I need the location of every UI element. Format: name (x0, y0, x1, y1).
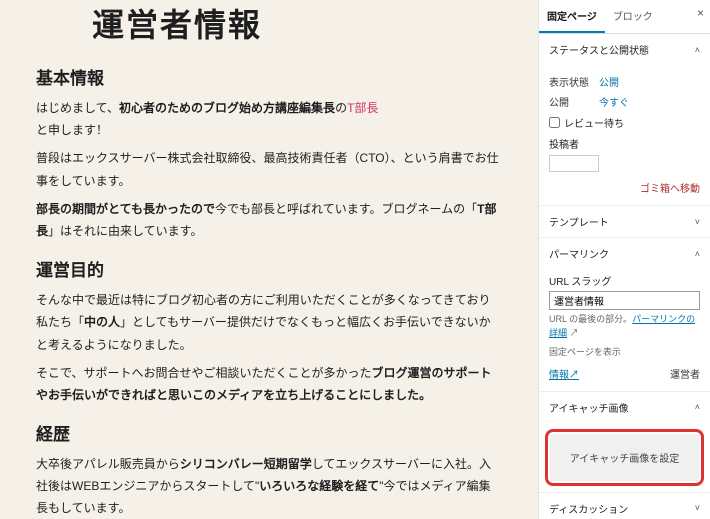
label-slug: URL スラッグ (549, 273, 700, 288)
panel-permalink: パーマリンク ˄ URL スラッグ URL の最後の部分。パーマリンクの詳細 ↗… (539, 238, 710, 392)
paragraph[interactable]: 部長の期間がとても長かったので今でも部長と呼ばれています。ブログネームの「T部長… (36, 198, 502, 242)
tab-block[interactable]: ブロック (605, 0, 661, 33)
panel-template-header[interactable]: テンプレート ˅ (539, 206, 710, 237)
panel-status: ステータスと公開状態 ˄ 表示状態公開 公開今すぐ レビュー待ち 投稿者 ゴミ箱… (539, 34, 710, 206)
heading-career[interactable]: 経歴 (36, 420, 502, 445)
external-icon: ↗ (567, 328, 579, 338)
panel-discussion: ディスカッション ˅ (539, 493, 710, 519)
chevron-up-icon: ˄ (695, 402, 700, 412)
author-select[interactable] (549, 155, 599, 172)
panel-discussion-header[interactable]: ディスカッション ˅ (539, 493, 710, 519)
value-visibility[interactable]: 公開 (599, 74, 619, 89)
trash-button[interactable]: ゴミ箱へ移動 (549, 180, 700, 195)
view-page-link[interactable]: 固定ページを表示 (549, 346, 700, 360)
panel-template: テンプレート ˅ (539, 206, 710, 238)
chevron-down-icon: ˅ (695, 503, 700, 513)
paragraph[interactable]: そんな中で最近は特にブログ初心者の方にご利用いただくことが多くなってきており私た… (36, 289, 502, 356)
paragraph[interactable]: そこで、サポートへお問合せやご相談いただくことが多かったブログ運営のサポートやお… (36, 362, 502, 406)
label-publish: 公開 (549, 94, 599, 109)
panel-featured: アイキャッチ画像 ˄ アイキャッチ画像を設定 (539, 392, 710, 493)
checkbox-review[interactable]: レビュー待ち (549, 115, 700, 130)
chevron-up-icon: ˄ (695, 249, 700, 259)
settings-sidebar: 固定ページ ブロック × ステータスと公開状態 ˄ 表示状態公開 公開今すぐ レ… (538, 0, 710, 519)
paragraph[interactable]: 普段はエックスサーバー株式会社取締役、最高技術責任者（CTO）、という肩書でお仕… (36, 147, 502, 191)
heading-basic[interactable]: 基本情報 (36, 64, 502, 89)
paragraph[interactable]: はじめまして、初心者のためのブログ始め方講座編集長のT部長と申します！ (36, 97, 502, 141)
editor-canvas[interactable]: 運営者情報 基本情報 はじめまして、初心者のためのブログ始め方講座編集長のT部長… (0, 0, 538, 519)
tab-page[interactable]: 固定ページ (539, 0, 605, 33)
chevron-up-icon: ˄ (695, 45, 700, 55)
tag-author: 運営者 (670, 366, 700, 381)
label-author: 投稿者 (549, 136, 700, 151)
slug-input[interactable] (549, 291, 700, 310)
link-tbucho[interactable]: T部長 (347, 101, 378, 115)
panel-permalink-header[interactable]: パーマリンク ˄ (539, 238, 710, 269)
heading-purpose[interactable]: 運営目的 (36, 256, 502, 281)
paragraph[interactable]: 大卒後アパレル販売員からシリコンバレー短期留学してエックスサーバーに入社。入社後… (36, 453, 502, 519)
panel-status-header[interactable]: ステータスと公開状態 ˄ (539, 34, 710, 65)
label-visibility: 表示状態 (549, 74, 599, 89)
featured-highlight: アイキャッチ画像を設定 (545, 429, 704, 486)
panel-featured-header[interactable]: アイキャッチ画像 ˄ (539, 392, 710, 423)
external-icon: ↗ (569, 370, 579, 381)
page-title[interactable]: 運営者情報 (92, 0, 502, 46)
set-featured-button[interactable]: アイキャッチ画像を設定 (550, 434, 699, 481)
close-icon[interactable]: × (697, 6, 704, 20)
sidebar-tabs: 固定ページ ブロック × (539, 0, 710, 34)
chevron-down-icon: ˅ (695, 217, 700, 227)
tag-info[interactable]: 情報↗ (549, 366, 579, 381)
value-publish[interactable]: 今すぐ (599, 94, 629, 109)
